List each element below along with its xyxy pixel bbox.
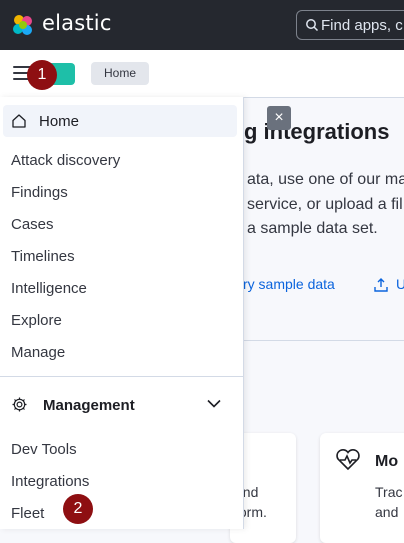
nav-item-home[interactable]: Home xyxy=(3,105,237,137)
nav-item-label: Home xyxy=(39,113,80,130)
management-section-toggle[interactable]: Management xyxy=(0,393,243,417)
nav-item-explore[interactable]: Explore xyxy=(11,312,62,329)
intro-line: service, or upload a fil xyxy=(247,196,403,213)
nav-item-intelligence[interactable]: Intelligence xyxy=(11,280,87,297)
brand-name: elastic xyxy=(42,11,112,35)
step-marker: 1 xyxy=(27,60,57,90)
try-sample-data-link[interactable]: ry sample data xyxy=(243,276,335,292)
top-header: elastic Find apps, c xyxy=(0,0,404,50)
intro-line: ata, use one of our ma xyxy=(247,171,404,188)
home-icon xyxy=(12,114,26,128)
chevron-down-icon xyxy=(207,399,221,408)
upload-icon[interactable] xyxy=(373,277,389,293)
card-text: Trac xyxy=(375,484,403,500)
nav-item-integrations[interactable]: Integrations xyxy=(11,473,89,490)
nav-item-findings[interactable]: Findings xyxy=(11,184,68,201)
page-title: g integrations xyxy=(244,119,390,144)
nav-item-timelines[interactable]: Timelines xyxy=(11,248,75,265)
nav-divider xyxy=(0,376,243,377)
gear-icon xyxy=(12,397,27,412)
heart-pulse-icon xyxy=(336,448,360,471)
close-button[interactable]: × xyxy=(267,106,291,130)
search-placeholder: Find apps, c xyxy=(321,17,403,34)
intro-line: a sample data set. xyxy=(247,220,378,237)
upload-file-link[interactable]: U xyxy=(396,276,404,292)
nav-item-cases[interactable]: Cases xyxy=(11,216,54,233)
step-marker: 2 xyxy=(63,494,93,524)
management-section-label: Management xyxy=(43,397,135,414)
nav-item-dev-tools[interactable]: Dev Tools xyxy=(11,441,77,458)
elastic-logo-icon[interactable] xyxy=(11,13,35,37)
card-title: Mo xyxy=(375,453,399,470)
card-text: and xyxy=(375,504,399,520)
side-navigation: Home Attack discovery Findings Cases Tim… xyxy=(0,97,244,529)
search-input[interactable]: Find apps, c xyxy=(296,10,404,40)
monitor-card[interactable]: Mo Trac and xyxy=(320,433,404,543)
nav-item-fleet[interactable]: Fleet xyxy=(11,505,44,522)
nav-item-manage[interactable]: Manage xyxy=(11,344,65,361)
search-icon xyxy=(306,19,319,32)
nav-item-attack-discovery[interactable]: Attack discovery xyxy=(11,152,120,169)
breadcrumb-home[interactable]: Home xyxy=(91,62,149,85)
divider xyxy=(243,340,404,341)
